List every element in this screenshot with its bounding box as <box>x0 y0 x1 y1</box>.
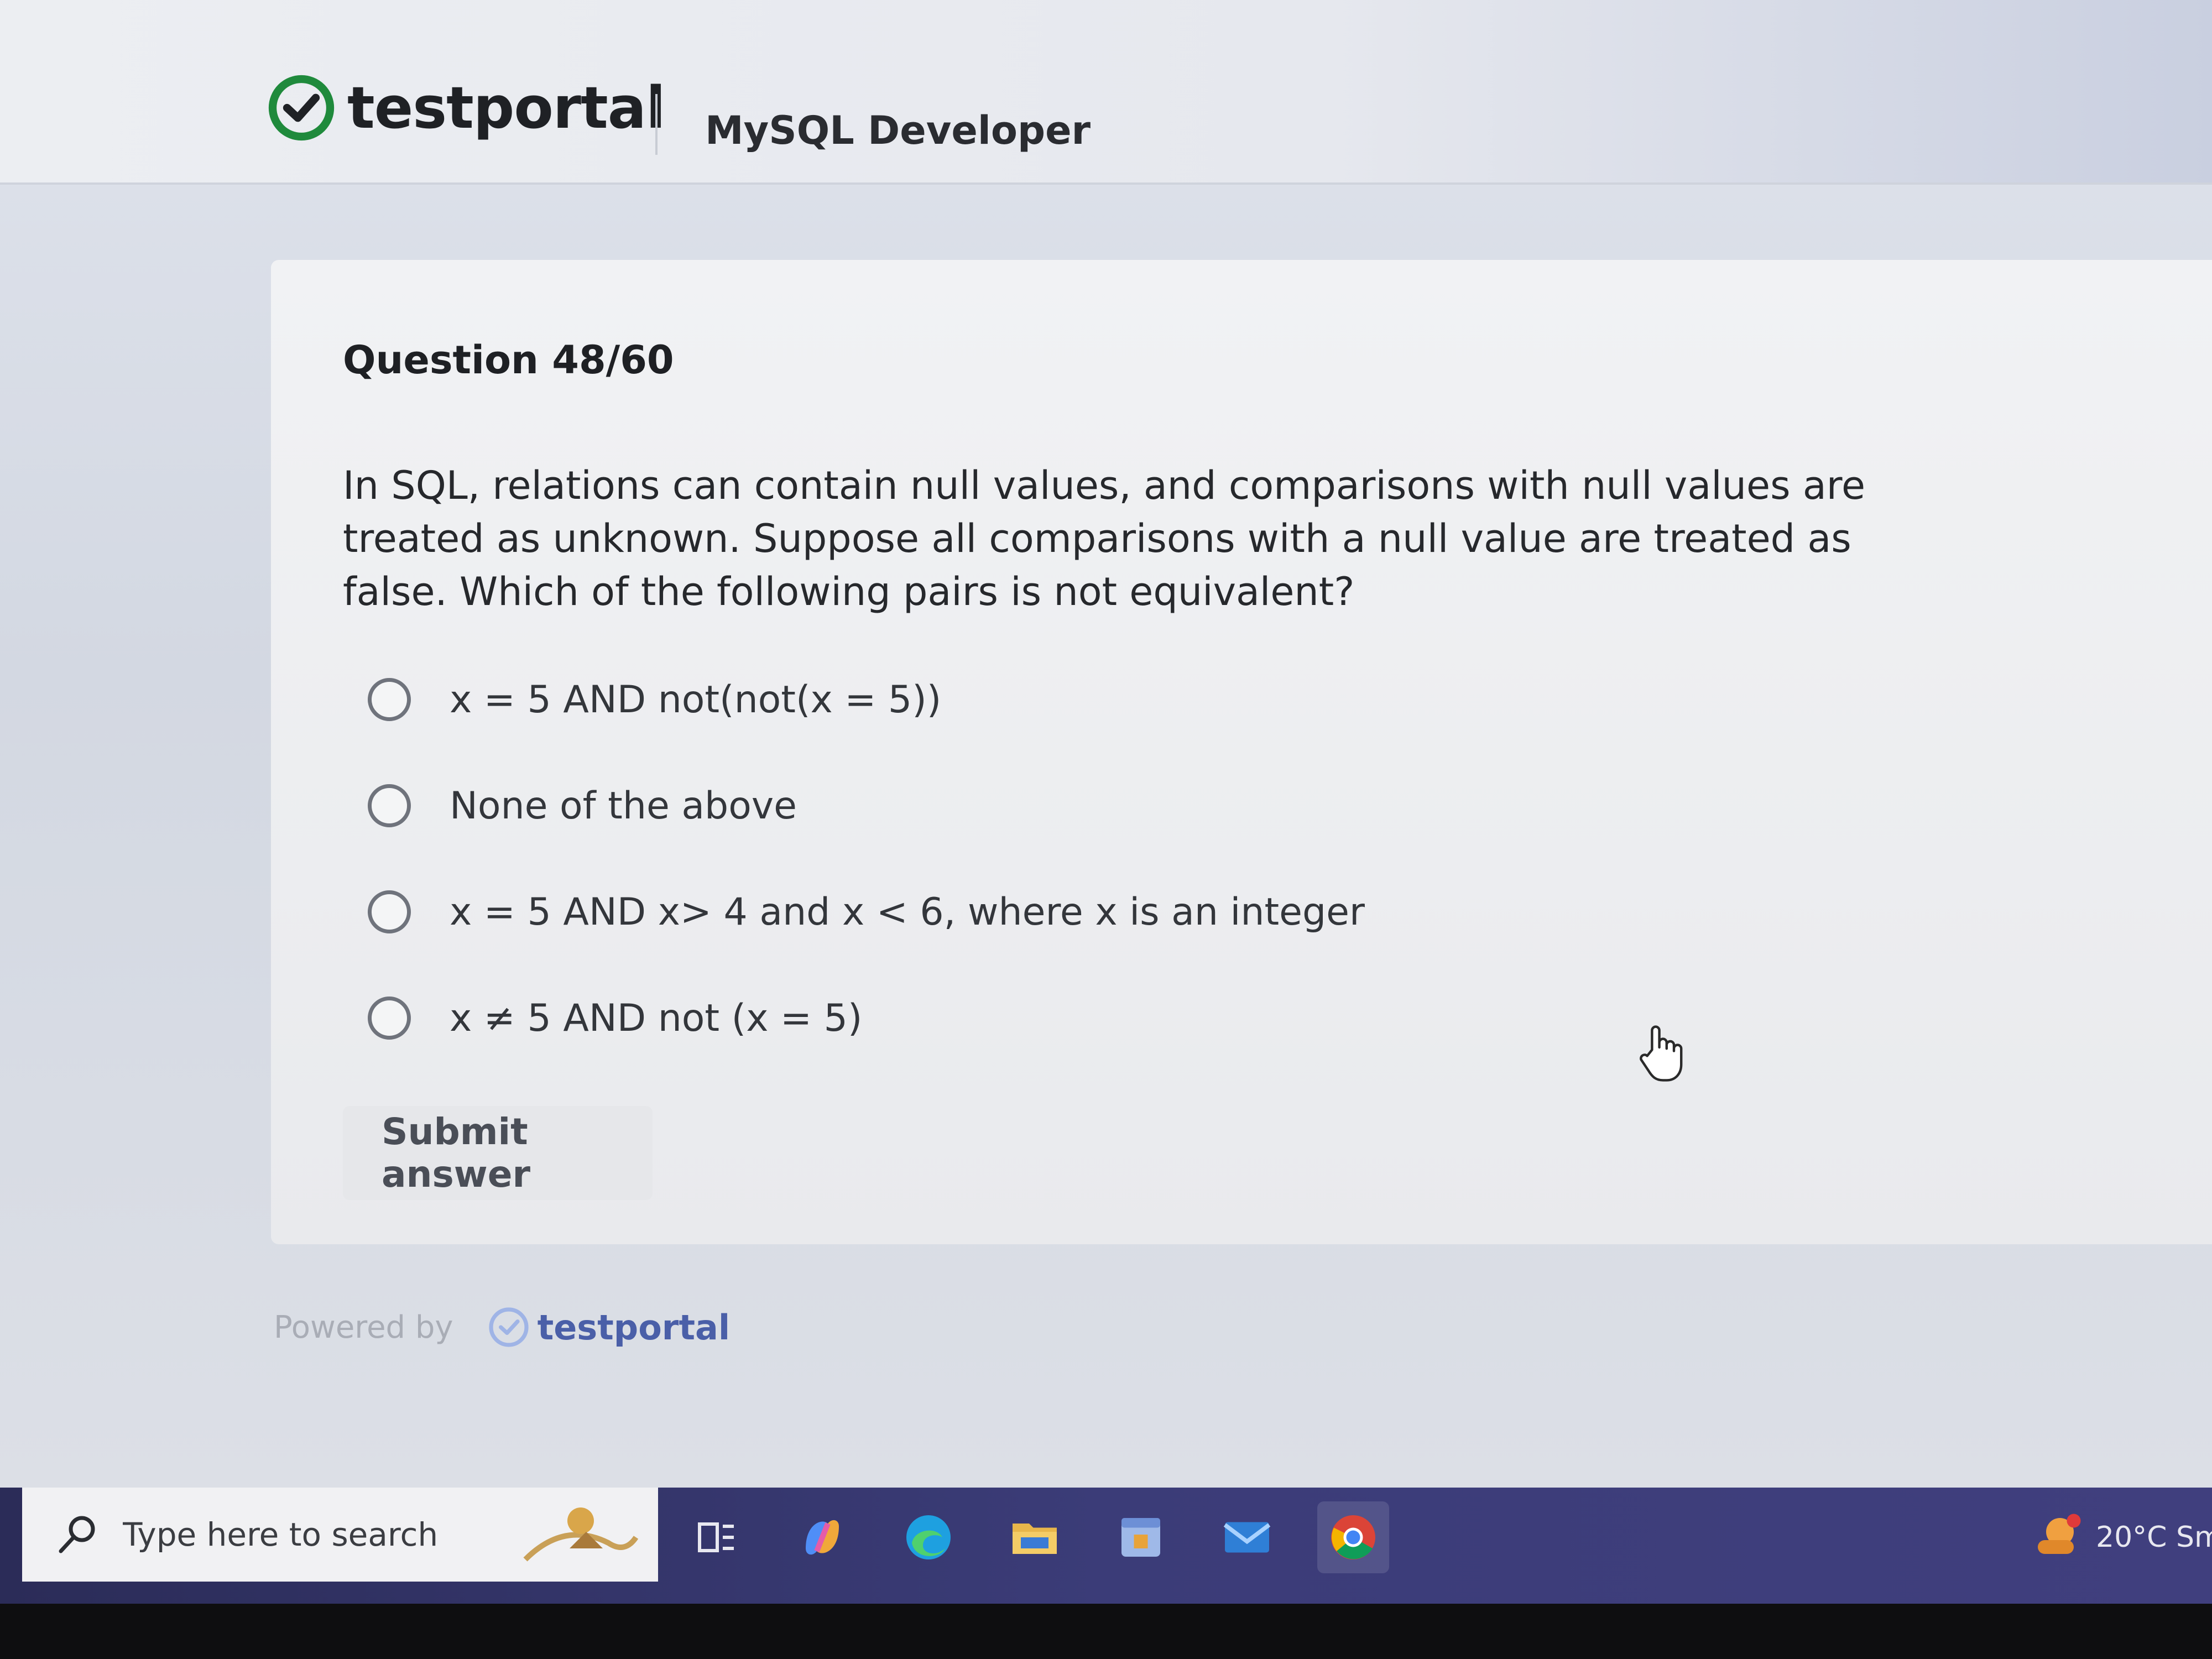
mail-app-icon[interactable] <box>1211 1501 1283 1573</box>
radio-button[interactable] <box>368 678 411 721</box>
question-card: Question 48/60 In SQL, relations can con… <box>271 260 2212 1244</box>
search-highlight-icon <box>523 1507 639 1562</box>
copilot-icon[interactable] <box>786 1501 858 1573</box>
powered-by-label: Powered by <box>274 1309 453 1345</box>
hand-cursor-icon <box>1640 1025 1683 1082</box>
taskbar-pinned-apps <box>680 1501 1423 1573</box>
answer-option-label: x = 5 AND x> 4 and x < 6, where x is an … <box>450 890 1365 934</box>
taskbar-search-input[interactable] <box>122 1515 511 1554</box>
radio-button[interactable] <box>368 890 411 933</box>
app-header: testportal MySQL Developer <box>0 0 2212 185</box>
monitor-bezel <box>0 1604 2212 1659</box>
chrome-browser-icon[interactable] <box>1317 1501 1389 1573</box>
answer-option-2[interactable]: None of the above <box>368 775 1365 836</box>
task-view-icon[interactable] <box>680 1501 752 1573</box>
answer-option-4[interactable]: x ≠ 5 AND not (x = 5) <box>368 988 1365 1048</box>
search-icon <box>59 1516 95 1553</box>
screen: testportal MySQL Developer Question 48/6… <box>0 0 2212 1493</box>
answer-option-label: None of the above <box>450 784 797 828</box>
edge-browser-icon[interactable] <box>893 1501 964 1573</box>
taskbar-search-box[interactable] <box>22 1488 658 1582</box>
answer-option-label: x = 5 AND not(not(x = 5)) <box>450 677 942 722</box>
weather-icon <box>2038 1514 2081 1554</box>
answer-option-1[interactable]: x = 5 AND not(not(x = 5)) <box>368 669 1365 730</box>
footer-brand-name: testportal <box>537 1307 731 1348</box>
calendar-app-icon[interactable] <box>1105 1501 1177 1573</box>
file-explorer-icon[interactable] <box>999 1501 1071 1573</box>
radio-button[interactable] <box>368 997 411 1040</box>
radio-button[interactable] <box>368 784 411 827</box>
header-divider <box>655 94 658 155</box>
checkmark-circle-icon <box>488 1307 529 1347</box>
course-title: MySQL Developer <box>705 108 1091 153</box>
answer-options: x = 5 AND not(not(x = 5)) None of the ab… <box>368 669 1365 1094</box>
question-number: Question 48/60 <box>343 337 674 383</box>
answer-option-3[interactable]: x = 5 AND x> 4 and x < 6, where x is an … <box>368 881 1365 942</box>
powered-by-footer[interactable]: Powered by testportal <box>274 1305 730 1349</box>
submit-answer-button[interactable]: Submit answer <box>343 1106 653 1200</box>
answer-option-label: x ≠ 5 AND not (x = 5) <box>450 996 863 1040</box>
weather-text: 20°C Sm <box>2096 1521 2212 1554</box>
brand-logo[interactable]: testportal <box>265 72 666 144</box>
windows-taskbar: 20°C Sm <box>0 1488 2212 1604</box>
brand-name: testportal <box>347 74 666 142</box>
question-text: In SQL, relations can contain null value… <box>343 463 1866 614</box>
weather-widget[interactable]: 20°C Sm <box>2030 1510 2212 1565</box>
checkmark-circle-icon <box>268 75 335 141</box>
